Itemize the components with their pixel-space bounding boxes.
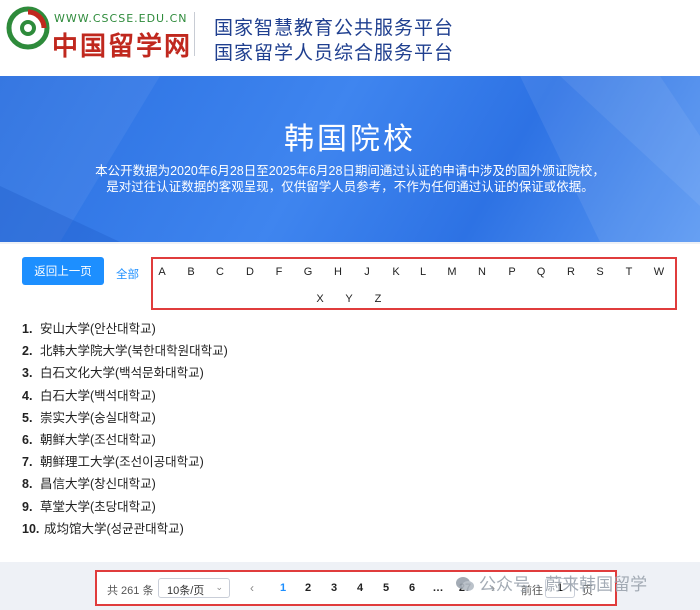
page-ellipsis[interactable]: …	[433, 582, 444, 594]
prev-page-icon[interactable]: ‹	[250, 581, 254, 595]
list-item-number: 9.	[22, 499, 33, 514]
platform-title-1: 国家智慧教育公共服务平台	[214, 18, 455, 39]
list-item[interactable]: 4. 白石大学(백석대학교)	[22, 385, 156, 404]
alphabet-filter-highlight	[151, 257, 677, 310]
wechat-icon	[456, 577, 474, 591]
university-name[interactable]: 白石文化大学(백석문화대학교)	[40, 366, 204, 380]
banner-description-line-2: 是对过往认证数据的客观呈现，仅供留学人员参考，不作为任何通过认证的保证或依据。	[106, 180, 594, 194]
letter-filter-f[interactable]: F	[276, 266, 283, 278]
letter-filter-a[interactable]: A	[158, 266, 165, 278]
filter-all-link[interactable]: 全部	[116, 266, 139, 282]
pagination-total: 共 261 条	[107, 585, 154, 597]
university-name[interactable]: 草堂大学(초당대학교)	[40, 500, 156, 514]
list-item[interactable]: 7. 朝鲜理工大学(조선이공대학교)	[22, 451, 204, 470]
list-item[interactable]: 1. 安山大学(안산대학교)	[22, 318, 156, 337]
page-button-5[interactable]: 5	[383, 582, 389, 594]
list-item-number: 4.	[22, 388, 33, 403]
list-item[interactable]: 6. 朝鲜大学(조선대학교)	[22, 429, 156, 448]
letter-filter-x[interactable]: X	[316, 293, 323, 305]
page-button-6[interactable]: 6	[409, 582, 415, 594]
letter-filter-w[interactable]: W	[654, 266, 664, 278]
university-name[interactable]: 朝鲜大学(조선대학교)	[40, 433, 156, 447]
letter-filter-m[interactable]: M	[447, 266, 456, 278]
page-button-2[interactable]: 2	[305, 582, 311, 594]
letter-filter-k[interactable]: K	[392, 266, 399, 278]
logo-url-text: WWW.CSCSE.EDU.CN	[54, 12, 188, 25]
list-item[interactable]: 5. 崇实大学(숭실대학교)	[22, 407, 156, 426]
page-size-value: 10条/页	[167, 585, 205, 597]
site-header: WWW.CSCSE.EDU.CN 中国留学网 国家智慧教育公共服务平台 国家留学…	[0, 0, 700, 76]
letter-filter-b[interactable]: B	[187, 266, 194, 278]
letter-filter-g[interactable]: G	[304, 266, 313, 278]
letter-filter-d[interactable]: D	[246, 266, 254, 278]
list-item-number: 8.	[22, 477, 33, 492]
list-item-number: 5.	[22, 410, 33, 425]
cscse-logo-icon[interactable]	[6, 6, 50, 50]
list-item-number: 7.	[22, 455, 33, 470]
list-item-number: 3.	[22, 366, 33, 381]
header-divider	[194, 12, 195, 56]
page-title: 韩国院校	[284, 123, 416, 156]
university-name[interactable]: 昌信大学(창신대학교)	[40, 477, 156, 491]
university-name[interactable]: 安山大学(안산대학교)	[40, 322, 156, 336]
university-name[interactable]: 崇实大学(숭실대학교)	[40, 411, 156, 425]
university-name[interactable]: 北韩大学院大学(북한대학원대학교)	[40, 344, 228, 358]
list-item-number: 1.	[22, 322, 33, 336]
letter-filter-h[interactable]: H	[334, 266, 342, 278]
platform-title-2: 国家留学人员综合服务平台	[214, 43, 455, 64]
watermark: 公众号 · 蔚来韩国留学	[455, 570, 647, 595]
letter-filter-j[interactable]: J	[364, 266, 370, 278]
list-item[interactable]: 9. 草堂大学(초당대학교)	[22, 496, 156, 515]
logo-text[interactable]: 中国留学网	[52, 26, 192, 63]
back-button[interactable]: 返回上一页	[22, 257, 104, 285]
letter-filter-z[interactable]: Z	[375, 293, 382, 305]
letter-filter-p[interactable]: P	[508, 266, 515, 278]
page-banner: 韩国院校 本公开数据为2020年6月28日至2025年6月28日期间通过认证的申…	[0, 76, 700, 242]
letter-filter-r[interactable]: R	[567, 266, 575, 278]
letter-filter-y[interactable]: Y	[345, 293, 352, 305]
list-item-number: 10.	[22, 521, 40, 536]
letter-filter-l[interactable]: L	[420, 266, 426, 278]
page-button-1[interactable]: 1	[280, 582, 286, 594]
university-name[interactable]: 成均馆大学(성균관대학교)	[44, 522, 184, 536]
letter-filter-n[interactable]: N	[478, 266, 486, 278]
list-item-number: 2.	[22, 344, 33, 359]
letter-filter-q[interactable]: Q	[537, 266, 546, 278]
list-item[interactable]: 8. 昌信大学(창신대학교)	[22, 473, 156, 492]
list-item-number: 6.	[22, 433, 33, 447]
list-item[interactable]: 10. 成均馆大学(성균관대학교)	[22, 518, 184, 537]
page-size-select[interactable]: 10条/页 ⌄	[158, 578, 230, 598]
banner-decoration	[0, 76, 700, 242]
university-name[interactable]: 白石大学(백석대학교)	[40, 389, 156, 403]
chevron-down-icon: ⌄	[215, 582, 223, 592]
letter-filter-s[interactable]: S	[596, 266, 603, 278]
list-item[interactable]: 3. 白石文化大学(백석문화대학교)	[22, 362, 204, 381]
letter-filter-c[interactable]: C	[216, 266, 224, 278]
page-button-3[interactable]: 3	[331, 582, 337, 594]
university-name[interactable]: 朝鲜理工大学(조선이공대학교)	[40, 455, 204, 469]
watermark-text: 公众号 · 蔚来韩国留学	[479, 575, 648, 594]
page-button-4[interactable]: 4	[357, 582, 363, 594]
list-item[interactable]: 2. 北韩大学院大学(북한대학원대학교)	[22, 340, 228, 359]
letter-filter-t[interactable]: T	[626, 266, 633, 278]
